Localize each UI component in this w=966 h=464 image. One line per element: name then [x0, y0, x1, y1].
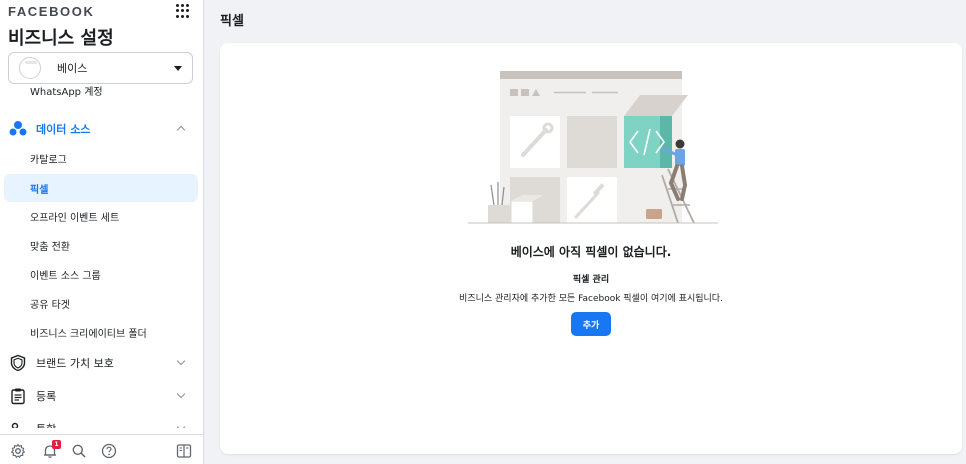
sidebar-item-catalogs[interactable]: 카탈로그 — [4, 144, 198, 172]
business-selector[interactable]: 베이스 — [8, 52, 193, 84]
help-icon[interactable] — [101, 443, 117, 459]
caret-down-icon — [174, 66, 182, 71]
page-title: 픽셀 — [220, 14, 244, 29]
sidebar-item-label: 오프라인 이벤트 세트 — [30, 212, 120, 224]
sidebar-item-label: 카탈로그 — [30, 154, 67, 166]
business-name: 베이스 — [57, 62, 88, 75]
sidebar-section-brand-safety[interactable]: 브랜드 가치 보호 — [4, 348, 198, 378]
sidebar-section-integrations[interactable]: 통합 — [4, 414, 198, 428]
notifications-icon[interactable]: 1 — [42, 440, 61, 459]
sidebar-bottom-bar: 1 — [0, 434, 203, 464]
settings-icon[interactable] — [10, 443, 26, 459]
business-avatar — [19, 57, 41, 79]
sidebar-item-offline-event-sets[interactable]: 오프라인 이벤트 세트 — [4, 202, 198, 230]
shield-icon — [8, 353, 28, 373]
empty-state-description: 비즈니스 관리자에 추가한 모든 Facebook 픽셀이 여기에 표시됩니다. — [459, 294, 723, 304]
sidebar-item-custom-conversions[interactable]: 맞춤 전환 — [4, 231, 198, 259]
sidebar-item-event-source-groups[interactable]: 이벤트 소스 그룹 — [4, 260, 198, 288]
search-icon[interactable] — [71, 443, 87, 459]
sidebar-item-shared-audiences[interactable]: 공유 타겟 — [4, 289, 198, 317]
panel-toggle-icon[interactable] — [176, 443, 192, 459]
sidebar-item-label: WhatsApp 계정 — [30, 86, 103, 98]
apps-grid-icon[interactable] — [176, 4, 190, 18]
facebook-logo[interactable]: FACEBOOK — [8, 4, 94, 19]
integrations-icon — [8, 419, 28, 428]
section-label: 등록 — [36, 390, 57, 403]
section-label: 데이터 소스 — [36, 123, 91, 136]
chevron-down-icon — [176, 356, 186, 366]
chevron-down-icon — [176, 389, 186, 399]
section-label: 브랜드 가치 보호 — [36, 357, 114, 370]
chevron-down-icon — [176, 422, 186, 428]
empty-state-subtitle: 픽셀 관리 — [572, 275, 610, 285]
sidebar-item-business-creative-folders[interactable]: 비즈니스 크리에이티브 폴더 — [4, 318, 198, 346]
sidebar-item-pixels[interactable]: 픽셀 — [4, 174, 198, 202]
sidebar: FACEBOOK 비즈니스 설정 베이스 WhatsApp 계정 데이터 소스 — [0, 0, 204, 464]
empty-state-title: 베이스에 아직 픽셀이 없습니다. — [510, 245, 672, 259]
sidebar-item-label: 이벤트 소스 그룹 — [30, 270, 101, 282]
section-label: 통합 — [36, 421, 56, 428]
sidebar-nav[interactable]: WhatsApp 계정 데이터 소스 카탈로그 픽셀 오프라인 이벤트 세트 맞… — [0, 86, 203, 428]
sidebar-item-label: 맞춤 전환 — [30, 241, 70, 253]
chevron-up-icon — [176, 125, 186, 135]
main-card: 베이스에 아직 픽셀이 없습니다. 픽셀 관리 비즈니스 관리자에 추가한 모든… — [220, 43, 962, 454]
data-sources-icon — [8, 119, 28, 139]
sidebar-item-label: 비즈니스 크리에이티브 폴더 — [30, 328, 147, 340]
clipboard-icon — [8, 386, 28, 406]
sidebar-item-whatsapp-accounts[interactable]: WhatsApp 계정 — [4, 86, 198, 100]
sidebar-item-label: 공유 타겟 — [30, 299, 70, 311]
sidebar-section-data-sources[interactable]: 데이터 소스 — [4, 114, 198, 144]
sidebar-item-label: 픽셀 — [30, 184, 49, 196]
add-pixel-button[interactable]: 추가 — [571, 312, 611, 336]
business-settings-title: 비즈니스 설정 — [8, 28, 114, 49]
notification-badge: 1 — [52, 440, 61, 449]
empty-state-illustration — [468, 69, 718, 225]
sidebar-section-registrations[interactable]: 등록 — [4, 381, 198, 411]
